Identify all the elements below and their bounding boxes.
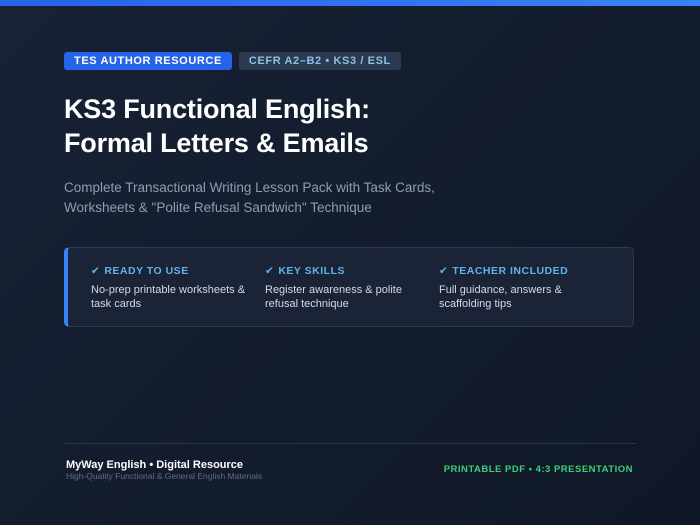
top-accent-bar bbox=[0, 0, 700, 6]
check-icon: ✔ bbox=[91, 265, 101, 277]
feature-heading: ✔ TEACHER INCLUDED bbox=[439, 264, 613, 278]
feature-heading: ✔ KEY SKILLS bbox=[265, 264, 439, 278]
page-title: KS3 Functional English: Formal Letters &… bbox=[64, 92, 370, 160]
footer-brand: MyWay English • Digital Resource bbox=[66, 459, 244, 471]
title-line-1: KS3 Functional English: bbox=[64, 94, 370, 124]
feature-description: Full guidance, answers & scaffolding tip… bbox=[439, 284, 562, 310]
check-icon: ✔ bbox=[265, 265, 275, 277]
level-badge: CEFR A2–B2 • KS3 / ESL bbox=[238, 52, 401, 70]
feature-description: Register awareness & polite refusal tech… bbox=[265, 284, 402, 310]
feature-teacher-included: ✔ TEACHER INCLUDED Full guidance, answers… bbox=[439, 264, 613, 326]
title-line-2: Formal Letters & Emails bbox=[64, 128, 369, 158]
footer-format-label: PRINTABLE PDF • 4:3 PRESENTATION bbox=[443, 464, 633, 475]
subtitle-line-1: Complete Transactional Writing Lesson Pa… bbox=[64, 180, 435, 195]
footer-divider bbox=[64, 443, 636, 444]
author-resource-badge: TES AUTHOR RESOURCE bbox=[64, 52, 232, 70]
feature-heading-text: TEACHER INCLUDED bbox=[452, 265, 569, 277]
footer-tagline: High-Quality Functional & General Englis… bbox=[66, 471, 263, 481]
subtitle: Complete Transactional Writing Lesson Pa… bbox=[64, 178, 624, 218]
feature-key-skills: ✔ KEY SKILLS Register awareness & polite … bbox=[265, 264, 439, 326]
feature-heading-text: KEY SKILLS bbox=[278, 265, 345, 277]
badge-row: TES AUTHOR RESOURCE CEFR A2–B2 • KS3 / E… bbox=[64, 52, 401, 70]
check-icon: ✔ bbox=[439, 265, 449, 277]
feature-ready-to-use: ✔ READY TO USE No-prep printable workshee… bbox=[91, 264, 265, 326]
feature-description: No-prep printable worksheets & task card… bbox=[91, 284, 246, 310]
feature-panel: ✔ READY TO USE No-prep printable workshee… bbox=[64, 247, 634, 327]
feature-heading-text: READY TO USE bbox=[104, 265, 189, 277]
cover-slide: TES AUTHOR RESOURCE CEFR A2–B2 • KS3 / E… bbox=[0, 0, 700, 525]
feature-heading: ✔ READY TO USE bbox=[91, 264, 265, 278]
subtitle-line-2: Worksheets & "Polite Refusal Sandwich" T… bbox=[64, 200, 372, 215]
